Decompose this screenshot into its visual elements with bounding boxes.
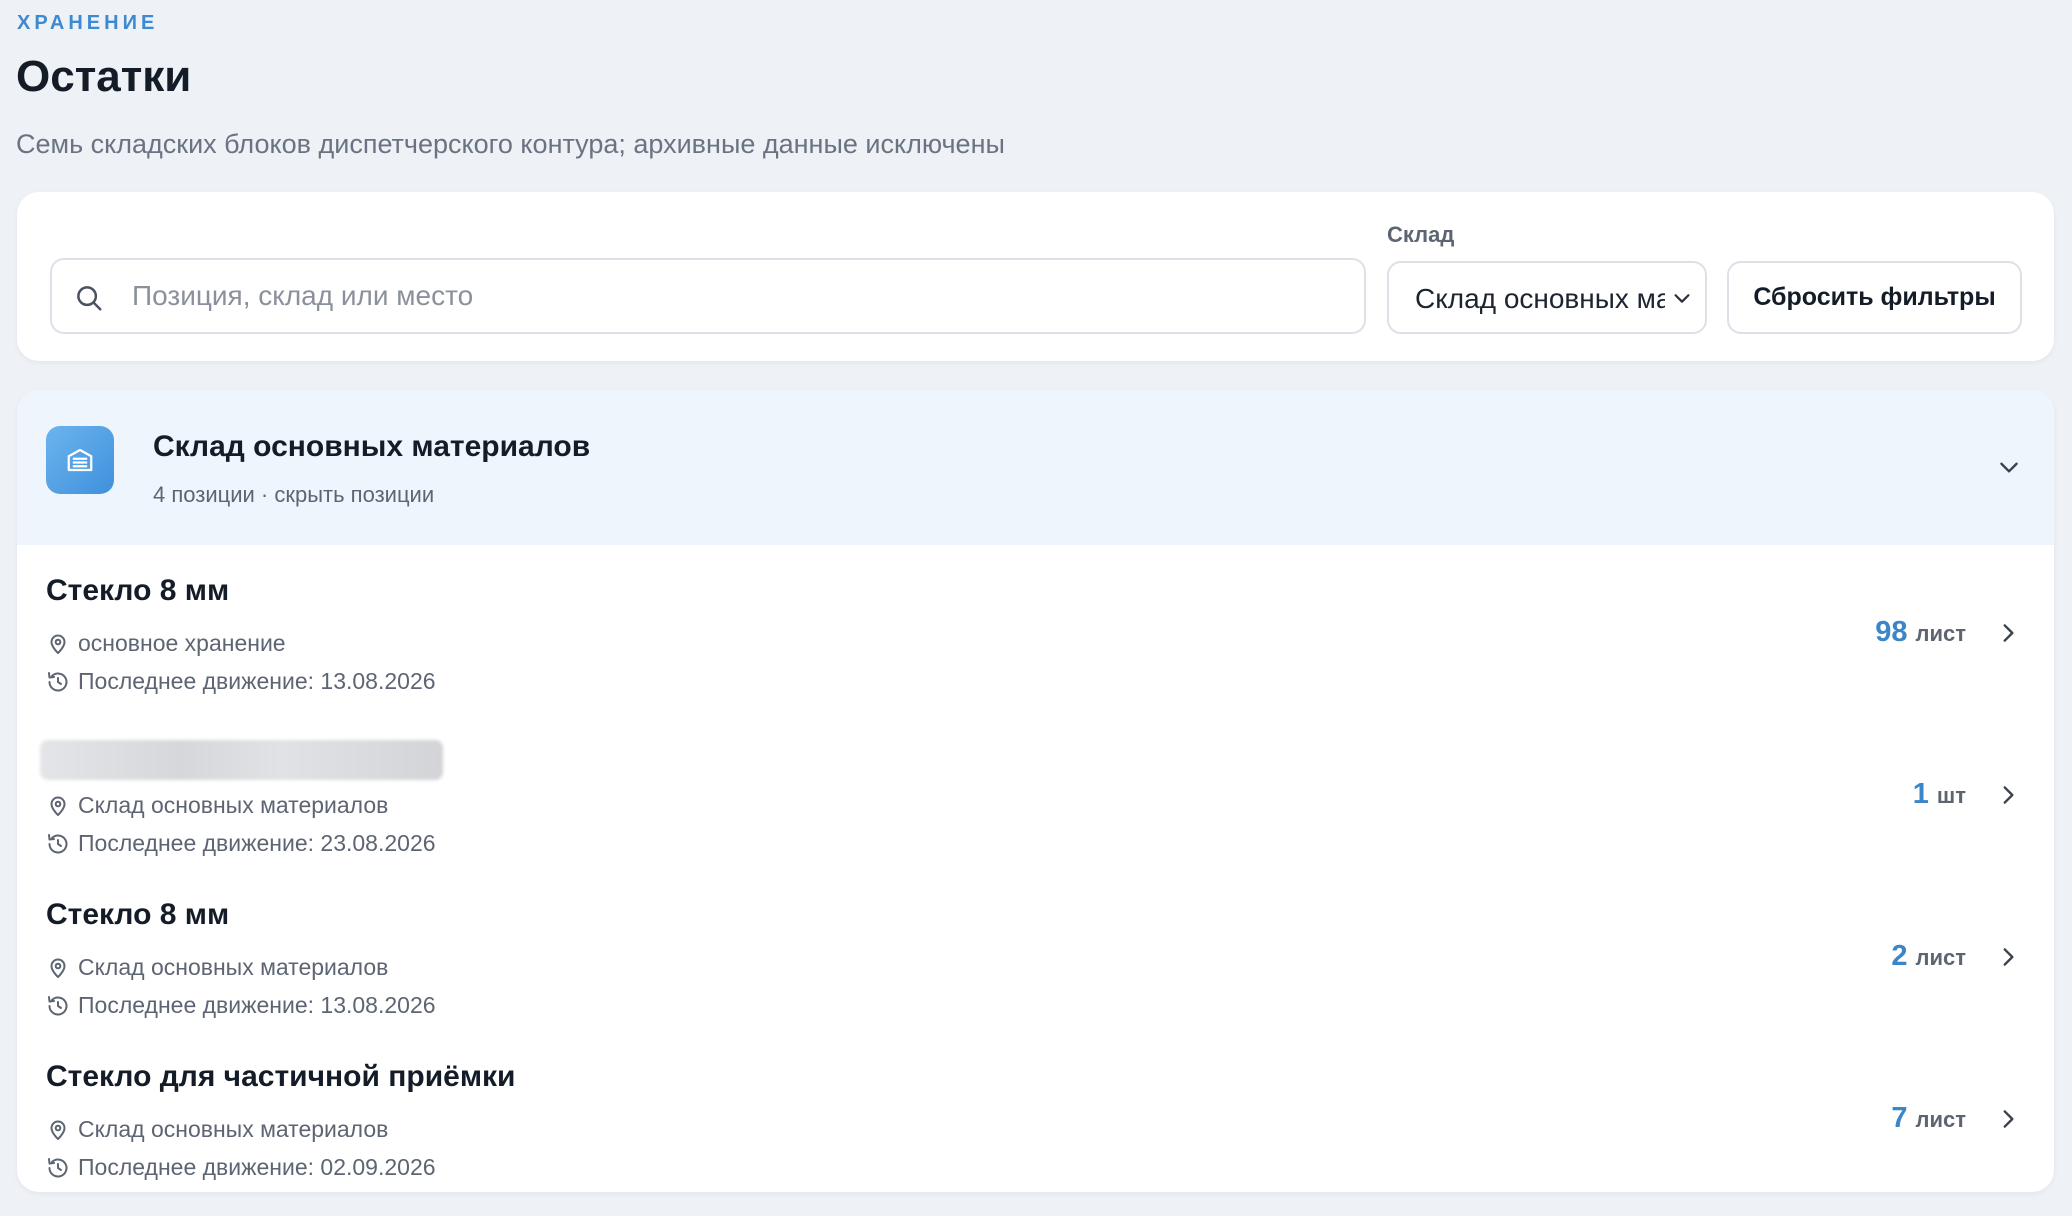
chevron-down-icon[interactable] [1996,454,2022,480]
history-icon [48,995,68,1015]
item-location: Склад основных материалов [46,792,388,819]
page-title: Остатки [16,52,192,101]
item-last-move: Последнее движение: 02.09.2026 [46,1154,436,1181]
item-location-text: Склад основных материалов [78,1116,389,1142]
quantity-unit: лист [1915,621,1966,646]
item-quantity: 7 лист [1891,1102,1966,1135]
chevron-down-icon [1674,294,1690,303]
history-icon [48,1157,68,1177]
search-icon [77,286,102,311]
quantity-unit: шт [1936,783,1966,808]
item-last-move: Последнее движение: 13.08.2026 [46,668,436,695]
item-name: Стекло 8 мм [46,898,230,931]
history-icon [48,833,68,853]
list-item[interactable]: Склад основных материалов Последнее движ… [17,714,2054,876]
section-eyebrow: ХРАНЕНИЕ [17,12,159,34]
item-location-text: Склад основных материалов [78,792,389,818]
location-pin-icon [50,796,66,816]
item-last-move-text: Последнее движение: 02.09.2026 [78,1154,436,1180]
location-pin-icon [50,1120,66,1140]
filter-panel: Склад Склад основных материалов Сбросить… [17,192,2054,361]
chevron-right-icon[interactable] [1995,782,2021,808]
item-last-move: Последнее движение: 23.08.2026 [46,830,436,857]
reset-filters-button[interactable]: Сбросить фильтры [1727,261,2022,334]
item-quantity: 2 лист [1891,940,1966,973]
warehouse-title: Склад основных материалов [153,430,591,463]
item-location: основное хранение [46,630,286,657]
item-name: Стекло для частичной приёмки [46,1060,516,1093]
item-last-move-text: Последнее движение: 23.08.2026 [78,830,436,856]
chevron-right-icon[interactable] [1995,944,2021,970]
chevron-right-icon[interactable] [1995,620,2021,646]
history-icon [48,671,68,691]
item-last-move-text: Последнее движение: 13.08.2026 [78,992,436,1018]
list-item[interactable]: Стекло 8 мм основное хранение Последнее … [17,552,2054,714]
item-name: Стекло 8 мм [46,574,230,607]
warehouse-header[interactable]: Склад основных материалов 4 позиции · ск… [17,390,2054,545]
page-subtitle: Семь складских блоков диспетчерского кон… [16,129,1005,159]
warehouse-meta: 4 позиции · скрыть позиции [153,482,435,507]
item-location-text: Склад основных материалов [78,954,389,980]
quantity-value: 2 [1891,940,1908,972]
quantity-value: 98 [1875,616,1908,648]
item-location: Склад основных материалов [46,954,388,981]
warehouse-filter-label: Склад [1387,222,1455,247]
item-last-move-text: Последнее движение: 13.08.2026 [78,668,436,694]
warehouse-select-value: Склад основных материалов [1415,283,1665,314]
item-name-redacted [40,740,443,780]
location-pin-icon [50,634,66,654]
item-location: Склад основных материалов [46,1116,388,1143]
quantity-value: 1 [1912,778,1929,810]
search-input[interactable] [132,260,1332,332]
quantity-unit: лист [1915,1107,1966,1132]
item-quantity: 1 шт [1913,778,1966,811]
item-last-move: Последнее движение: 13.08.2026 [46,992,436,1019]
location-pin-icon [50,958,66,978]
item-location-text: основное хранение [78,630,286,656]
search-field[interactable] [50,258,1366,334]
warehouse-select[interactable]: Склад основных материалов [1387,261,1707,334]
quantity-value: 7 [1891,1102,1908,1134]
quantity-unit: лист [1915,945,1966,970]
item-quantity: 98 лист [1875,616,1966,649]
list-item[interactable]: Стекло для частичной приёмки Склад основ… [17,1038,2054,1192]
list-item[interactable]: Стекло 8 мм Склад основных материалов По… [17,876,2054,1038]
chevron-right-icon[interactable] [1995,1106,2021,1132]
warehouse-icon [46,426,114,494]
warehouse-card: Склад основных материалов 4 позиции · ск… [17,390,2054,1192]
